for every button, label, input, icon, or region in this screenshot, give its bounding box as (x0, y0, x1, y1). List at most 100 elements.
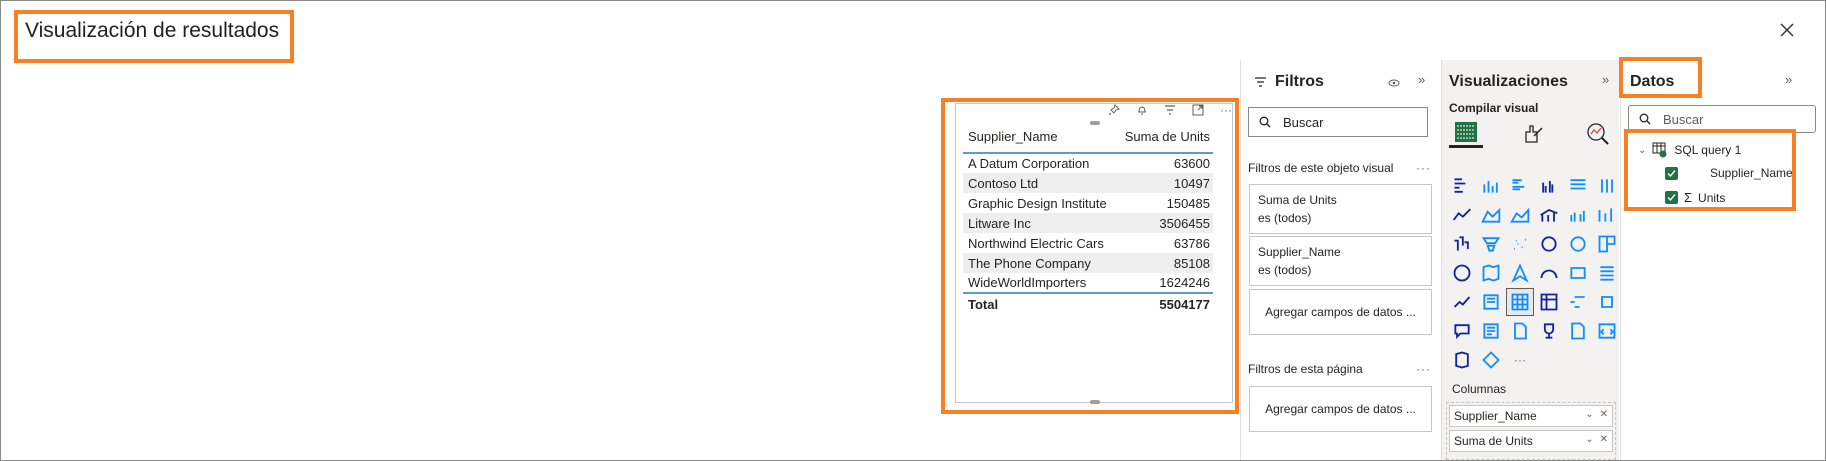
page-filters-more-icon[interactable]: ··· (1416, 362, 1431, 376)
collapse-data-icon[interactable]: » (1785, 72, 1792, 87)
column-field-label: Suma de Units (1454, 434, 1533, 448)
search-icon (1639, 113, 1651, 125)
smart-narrative-icon[interactable] (1477, 317, 1505, 345)
filter-card-state: es (todos) (1258, 211, 1312, 225)
column-field-label: Supplier_Name (1454, 409, 1537, 423)
results-table: Supplier_Name Suma de Units A Datum Corp… (963, 125, 1213, 315)
resize-handle-bottom[interactable] (1090, 400, 1100, 404)
table-total-row: Total 5504177 (963, 292, 1213, 315)
stacked-area-icon[interactable] (1506, 201, 1534, 229)
ribbon-chart-icon[interactable] (1593, 201, 1621, 229)
r-visual-icon[interactable] (1564, 317, 1592, 345)
kpi-icon[interactable] (1448, 288, 1476, 316)
add-visual-filter-field[interactable]: Agregar campos de datos ... (1249, 289, 1432, 335)
more-visuals-icon[interactable]: ··· (1506, 346, 1534, 374)
analytics-tab[interactable] (1586, 122, 1610, 151)
power-apps-icon[interactable] (1448, 346, 1476, 374)
pie-chart-icon[interactable] (1535, 230, 1563, 258)
gauge-icon[interactable] (1535, 259, 1563, 287)
python-visual-icon[interactable] (1593, 317, 1621, 345)
filter-icon[interactable] (1161, 101, 1179, 119)
area-chart-icon[interactable] (1477, 201, 1505, 229)
100-bar-icon[interactable] (1564, 172, 1592, 200)
key-influencers-icon[interactable] (1593, 288, 1621, 316)
eye-icon[interactable] (1388, 75, 1400, 93)
filter-card-state: es (todos) (1258, 263, 1312, 277)
filter-card-units[interactable]: Suma de Units es (todos) (1249, 184, 1432, 234)
filters-panel-title: Filtros (1275, 73, 1324, 90)
column-field-units[interactable]: Suma de Units ⌄ ✕ (1449, 430, 1613, 452)
title-highlight (14, 10, 294, 63)
build-visual-tab[interactable] (1449, 118, 1483, 148)
column-header-supplier[interactable]: Supplier_Name (963, 125, 1116, 154)
table-row: WideWorldImporters 1624246 (963, 273, 1213, 293)
cell-supplier: Contoso Ltd (963, 173, 1116, 193)
multi-row-card-icon[interactable] (1593, 259, 1621, 287)
column-header-units[interactable]: Suma de Units (1115, 125, 1213, 154)
decomposition-tree-icon[interactable] (1564, 288, 1592, 316)
card-icon[interactable] (1564, 259, 1592, 287)
collapse-filters-icon[interactable]: » (1418, 72, 1425, 87)
table-row: The Phone Company 85108 (963, 253, 1213, 273)
total-value: 5504177 (1115, 292, 1213, 315)
close-button[interactable] (1773, 16, 1801, 44)
remove-field-icon[interactable]: ✕ (1600, 409, 1608, 420)
map-icon[interactable] (1448, 259, 1476, 287)
visualizations-panel-title: Visualizaciones (1449, 73, 1568, 90)
waterfall-icon[interactable] (1448, 230, 1476, 258)
clustered-column-icon[interactable] (1535, 172, 1563, 200)
filters-panel-left-border (1240, 60, 1241, 460)
qa-icon[interactable] (1448, 317, 1476, 345)
funnel-icon[interactable] (1477, 230, 1505, 258)
close-icon (1780, 23, 1794, 37)
stacked-bar-icon[interactable] (1448, 172, 1476, 200)
visual-filters-more-icon[interactable]: ··· (1416, 161, 1431, 175)
paginated-report-icon[interactable] (1506, 317, 1534, 345)
table-row: A Datum Corporation 63600 (963, 153, 1213, 173)
format-brush-icon (1525, 125, 1543, 143)
filter-card-supplier[interactable]: Supplier_Name es (todos) (1249, 236, 1432, 286)
filters-panel-header: Filtros (1254, 73, 1324, 91)
scatter-icon[interactable] (1506, 230, 1534, 258)
treemap-icon[interactable] (1593, 230, 1621, 258)
cell-units: 85108 (1115, 253, 1213, 273)
filter-card-field: Supplier_Name (1258, 245, 1341, 259)
stacked-column-icon[interactable] (1477, 172, 1505, 200)
cell-supplier: A Datum Corporation (968, 156, 1090, 171)
page-add-fields-label: Agregar campos de datos ... (1265, 402, 1416, 416)
cell-units: 3506455 (1115, 213, 1213, 233)
filters-search-input[interactable]: Buscar (1248, 107, 1428, 137)
filter-icon (1255, 77, 1266, 87)
azure-map-icon[interactable] (1506, 259, 1534, 287)
slicer-icon[interactable] (1477, 288, 1505, 316)
100-column-icon[interactable] (1593, 172, 1621, 200)
add-page-filter-field[interactable]: Agregar campos de datos ... (1249, 386, 1432, 432)
power-automate-icon[interactable] (1477, 346, 1505, 374)
more-visuals-label: ··· (1514, 353, 1526, 367)
clustered-bar-icon[interactable] (1506, 172, 1534, 200)
line-chart-icon[interactable] (1448, 201, 1476, 229)
line-column-icon[interactable] (1535, 201, 1563, 229)
line-clustered-column-icon[interactable] (1564, 201, 1592, 229)
table-row: Graphic Design Institute 150485 (963, 193, 1213, 213)
more-options-icon[interactable]: ··· (1217, 101, 1235, 119)
collapse-visualizations-icon[interactable]: » (1602, 72, 1609, 87)
column-field-supplier[interactable]: Supplier_Name ⌄ ✕ (1449, 405, 1613, 427)
goals-icon[interactable] (1535, 317, 1563, 345)
search-icon (1259, 116, 1271, 128)
format-visual-tab[interactable] (1520, 122, 1544, 151)
cell-units: 1624246 (1159, 275, 1210, 290)
chevron-down-icon[interactable]: ⌄ (1585, 409, 1593, 420)
chevron-down-icon[interactable]: ⌄ (1585, 434, 1593, 445)
add-fields-label: Agregar campos de datos ... (1265, 305, 1416, 319)
visualizations-panel-left-border (1441, 60, 1442, 460)
matrix-icon[interactable] (1535, 288, 1563, 316)
bell-icon[interactable] (1133, 101, 1151, 119)
pin-icon[interactable] (1105, 101, 1123, 119)
focus-mode-icon[interactable] (1189, 101, 1207, 119)
filled-map-icon[interactable] (1477, 259, 1505, 287)
analytics-magnifier-icon (1587, 123, 1609, 145)
remove-field-icon[interactable]: ✕ (1600, 434, 1608, 445)
donut-chart-icon[interactable] (1564, 230, 1592, 258)
table-visual-icon[interactable] (1506, 288, 1534, 316)
